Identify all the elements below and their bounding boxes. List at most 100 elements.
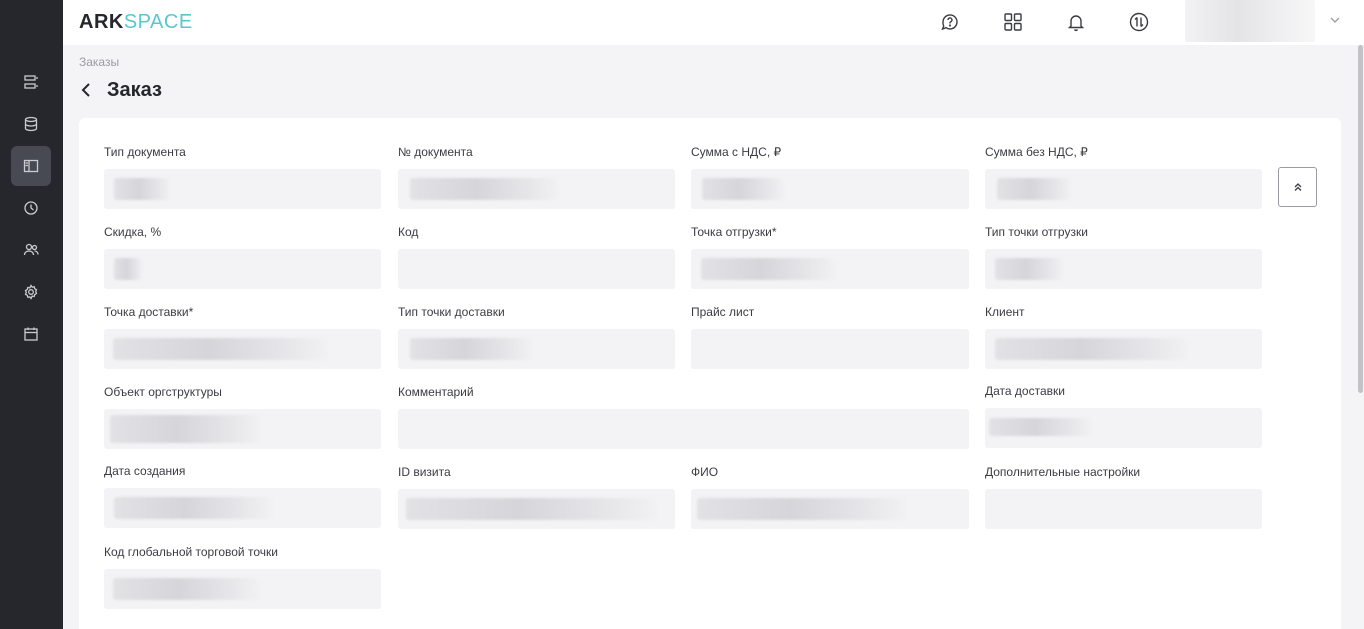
field-label: Комментарий [398,385,474,399]
field-delivery-date: Дата доставки [985,383,1262,448]
calendar-icon [24,327,38,341]
field-comment-input[interactable] [398,409,969,449]
sync-icon [1129,12,1149,32]
sidebar-item-documents[interactable] [11,146,51,186]
field-label: ФИО [691,465,719,479]
sidebar [0,0,63,629]
field-shipping-point-type-input[interactable] [985,249,1262,289]
chevron-left-icon [81,83,90,97]
sidebar-item-database[interactable] [11,104,51,144]
app-logo[interactable]: ARKSPACE [79,11,193,34]
page-title: Заказ [107,78,162,101]
field-label: Дата доставки [985,384,1065,398]
field-document-type: Тип документа [104,144,381,209]
help-chat-icon [941,14,958,31]
field-sum-without-vat-input[interactable] [985,169,1262,209]
field-org-object: Объект оргструктуры [104,384,381,449]
field-shipping-point: Точка отгрузки* [691,224,969,289]
bell-icon [1067,15,1085,32]
field-org-object-input[interactable] [104,409,381,449]
field-label: Код [398,225,419,239]
help-chat-button[interactable] [937,9,963,35]
field-label: Тип точки доставки [398,305,505,319]
panel-icon [23,159,39,173]
users-icon [23,243,39,256]
sync-button[interactable] [1126,9,1152,35]
field-label: Клиент [985,305,1025,319]
gear-icon [24,284,38,300]
field-label: Точка доставки* [104,305,194,319]
chevron-down-icon [1330,17,1340,23]
field-delivery-point-type-input[interactable] [398,329,675,369]
field-delivery-point-type: Тип точки доставки [398,304,675,369]
sidebar-item-history[interactable] [11,188,51,228]
user-menu-toggle[interactable] [1328,13,1342,27]
breadcrumb[interactable]: Заказы [79,55,119,69]
field-code-input[interactable] [398,249,675,289]
sidebar-item-list[interactable] [11,62,51,102]
field-client: Клиент [985,304,1262,369]
field-global-outlet-code-input[interactable] [104,569,381,609]
database-icon [24,116,38,132]
list-icon [24,75,38,89]
logo-part-1: ARK [79,11,124,33]
field-created-date-input[interactable] [104,488,381,528]
field-label: Код глобальной торговой точки [104,545,278,559]
field-additional-settings: Дополнительные настройки [985,464,1262,529]
field-comment: Комментарий [398,384,969,449]
apps-grid-button[interactable] [1000,9,1026,35]
sidebar-item-users[interactable] [11,230,51,270]
field-discount-input[interactable] [104,249,381,289]
scrollbar-thumb[interactable] [1358,45,1363,393]
order-form-card: Тип документа № документа Сумма с НДС, ₽… [79,118,1341,629]
back-button[interactable] [79,78,101,102]
sidebar-item-settings[interactable] [11,272,51,312]
field-code: Код [398,224,675,289]
field-document-number-input[interactable] [398,169,675,209]
field-document-type-input[interactable] [104,169,381,209]
field-label: Объект оргструктуры [104,385,222,399]
field-price-list-input[interactable] [691,329,969,369]
field-client-input[interactable] [985,329,1262,369]
field-shipping-point-input[interactable] [691,249,969,289]
field-sum-without-vat: Сумма без НДС, ₽ [985,144,1262,209]
field-label: ID визита [398,465,451,479]
field-label: Прайс лист [691,305,755,319]
apps-grid-icon [1004,13,1022,31]
field-label: Сумма без НДС, ₽ [985,145,1088,159]
logo-part-2: SPACE [123,11,193,33]
field-visit-id-input[interactable] [398,489,675,529]
field-visit-id: ID визита [398,464,675,529]
user-menu[interactable] [1185,0,1315,42]
field-delivery-point-input[interactable] [104,329,381,369]
field-label: № документа [398,145,473,159]
field-label: Дополнительные настройки [985,465,1141,479]
double-chevron-up-icon [1294,183,1301,191]
field-delivery-point: Точка доставки* [104,304,381,369]
field-document-number: № документа [398,144,675,209]
field-shipping-point-type: Тип точки отгрузки [985,224,1262,289]
field-label: Тип документа [104,145,186,159]
field-full-name: ФИО [691,464,969,529]
sidebar-item-calendar[interactable] [11,314,51,354]
field-label: Дата создания [104,464,186,478]
field-created-date: Дата создания [104,463,381,528]
page-scrollbar[interactable] [1356,45,1364,629]
field-sum-with-vat: Сумма с НДС, ₽ [691,144,969,209]
field-discount: Скидка, % [104,224,381,289]
field-sum-with-vat-input[interactable] [691,169,969,209]
field-additional-settings-input[interactable] [985,489,1262,529]
top-bar: ARKSPACE [63,0,1364,45]
field-delivery-date-input[interactable] [985,408,1262,448]
field-label: Сумма с НДС, ₽ [691,145,782,159]
field-label: Тип точки отгрузки [985,225,1088,239]
page-header: Заказ [79,78,162,102]
collapse-button[interactable] [1278,167,1317,207]
field-global-outlet-code: Код глобальной торговой точки [104,544,381,609]
notifications-button[interactable] [1063,9,1089,35]
field-price-list: Прайс лист [691,304,969,369]
field-full-name-input[interactable] [691,489,969,529]
field-label: Скидка, % [104,225,162,239]
clock-icon [24,201,38,215]
field-label: Точка отгрузки* [691,225,777,239]
